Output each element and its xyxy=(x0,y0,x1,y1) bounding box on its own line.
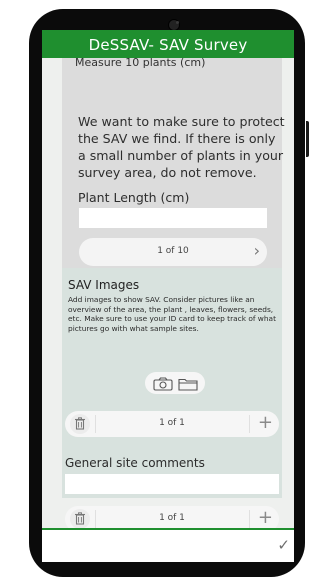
add-image-button[interactable]: + xyxy=(258,412,273,434)
add-comment-button[interactable]: + xyxy=(258,507,273,528)
image-source-buttons xyxy=(145,372,205,394)
plant-pager: 1 of 10 › xyxy=(79,238,267,266)
submit-check-icon[interactable]: ✓ xyxy=(277,535,290,555)
survey-scroll-area[interactable]: Measure 10 plants (cm) We want to make s… xyxy=(42,58,294,528)
sav-images-title: SAV Images xyxy=(68,278,140,292)
plant-pager-count: 1 of 10 xyxy=(157,246,189,256)
app-screen: DeSSAV- SAV Survey Measure 10 plants (cm… xyxy=(42,30,294,562)
phone-side-button xyxy=(306,121,309,157)
app-title: DeSSAV- SAV Survey xyxy=(42,30,294,58)
plant-length-input[interactable] xyxy=(79,208,267,228)
sav-images-description: Add images to show SAV. Consider picture… xyxy=(68,295,276,333)
general-comments-pager: 1 of 1 + xyxy=(65,506,279,528)
folder-icon[interactable] xyxy=(178,376,198,391)
measure-plants-heading: Measure 10 plants (cm) xyxy=(75,58,206,69)
camera-sensor xyxy=(176,21,179,24)
general-comments-count: 1 of 1 xyxy=(159,513,185,523)
general-comments-input[interactable] xyxy=(65,474,279,494)
pager-divider xyxy=(249,510,250,528)
protect-sav-instruction: We want to make sure to protect the SAV … xyxy=(78,114,285,180)
general-comments-label: General site comments xyxy=(65,456,205,470)
camera-icon[interactable] xyxy=(153,376,173,391)
plant-length-label: Plant Length (cm) xyxy=(78,190,190,205)
sav-images-count: 1 of 1 xyxy=(159,418,185,428)
next-plant-button[interactable]: › xyxy=(254,241,260,261)
sav-images-pager: 1 of 1 + xyxy=(65,411,279,437)
pager-divider xyxy=(249,415,250,433)
footer-bar: ✓ xyxy=(42,528,294,562)
